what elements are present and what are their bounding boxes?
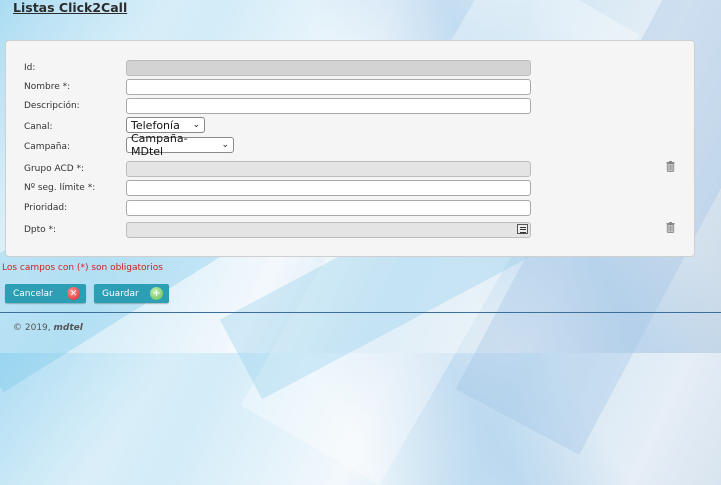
footer-divider xyxy=(0,312,721,313)
id-field xyxy=(126,60,531,76)
grupo-label: Grupo ACD *: xyxy=(24,164,85,174)
cancel-button[interactable]: Cancelar ✕ xyxy=(5,284,86,303)
chevron-down-icon: ⌄ xyxy=(192,120,200,130)
brand-name: mdtel xyxy=(53,323,83,333)
nombre-field[interactable] xyxy=(126,79,531,95)
id-label: Id: xyxy=(24,63,36,73)
cancel-button-label: Cancelar xyxy=(13,288,53,299)
save-button-label: Guardar xyxy=(102,288,139,299)
list-icon[interactable] xyxy=(517,224,528,234)
campana-select-value: Campaña-MDtel xyxy=(131,132,188,158)
trash-icon[interactable] xyxy=(666,222,675,233)
page-title: Listas Click2Call xyxy=(13,0,128,15)
prioridad-field[interactable] xyxy=(126,200,531,216)
chevron-down-icon: ⌄ xyxy=(221,140,229,150)
footer: © 2019, mdtel xyxy=(13,323,83,333)
campana-select[interactable]: Campaña-MDtel ⌄ xyxy=(126,132,234,158)
save-button[interactable]: Guardar + xyxy=(94,284,169,303)
nombre-label: Nombre *: xyxy=(24,82,71,92)
campana-label: Campaña: xyxy=(24,142,71,152)
dpto-field[interactable] xyxy=(126,222,531,238)
canal-select-value: Telefonía xyxy=(131,118,180,132)
grupo-acd-field[interactable] xyxy=(126,161,531,177)
close-icon: ✕ xyxy=(67,287,80,300)
trash-icon[interactable] xyxy=(666,161,675,172)
required-note: Los campos con (*) son obligatorios xyxy=(2,263,163,273)
seg-limite-field[interactable] xyxy=(126,180,531,196)
prioridad-label: Prioridad: xyxy=(24,203,68,213)
canal-label: Canal: xyxy=(24,122,53,132)
descripcion-field[interactable] xyxy=(126,98,531,114)
form-panel: Id: Nombre *: Descripción: Canal: Telefo… xyxy=(5,40,695,257)
seg-label: Nº seg. límite *: xyxy=(24,183,96,193)
canal-select[interactable]: Telefonía ⌄ xyxy=(126,117,205,133)
dpto-label: Dpto *: xyxy=(24,225,57,235)
descripcion-label: Descripción: xyxy=(24,101,80,111)
copyright-text: © 2019, xyxy=(13,323,51,333)
plus-icon: + xyxy=(150,287,163,300)
